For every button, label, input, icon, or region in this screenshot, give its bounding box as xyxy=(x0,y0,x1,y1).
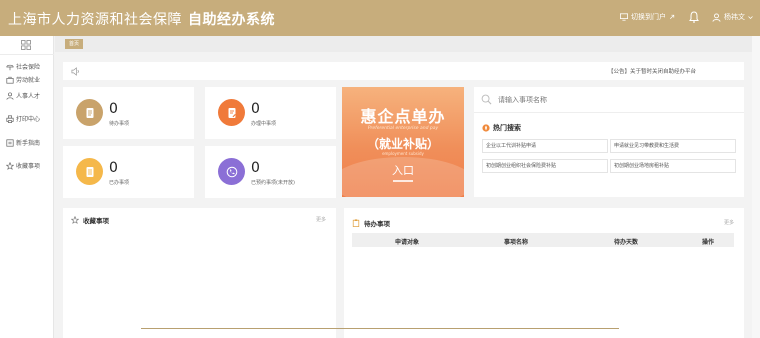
speaker-icon xyxy=(71,67,79,76)
banner-title: 惠企点单办 xyxy=(360,107,446,126)
banner-underline xyxy=(393,180,413,182)
switch-portal-label: 切换到门户 xyxy=(631,13,666,21)
umbrella-icon xyxy=(6,64,14,70)
sidebar-item-label: 新手指南 xyxy=(16,140,41,147)
checklist-icon xyxy=(86,166,93,177)
document-icon xyxy=(86,107,93,118)
printer-icon xyxy=(6,114,14,123)
phone-icon xyxy=(226,166,237,177)
column-header: 操作 xyxy=(702,239,715,246)
search-input[interactable] xyxy=(498,94,728,106)
hot-search-item[interactable]: 申请就业见习带教费和生活费 xyxy=(610,139,736,153)
sidebar-divider xyxy=(0,54,54,55)
switch-portal-button[interactable]: 切换到门户 xyxy=(620,12,675,22)
user-name: 杨祎文 xyxy=(724,13,745,21)
hot-search-heading: 热门搜索 xyxy=(482,123,521,133)
sidebar-item-label: 社会保险 xyxy=(16,64,41,71)
top-header: 上海市人力资源和社会保障 自助经办系统 切换到门户 杨祎文 xyxy=(0,0,760,36)
todo-title: 待办事项 xyxy=(364,220,390,228)
in-progress-count: 0 xyxy=(251,101,260,117)
star-icon xyxy=(6,161,14,170)
guide-icon xyxy=(6,138,14,147)
reserved-label: 已预约事项(未开放) xyxy=(251,180,295,186)
clipboard-icon xyxy=(352,219,360,227)
todo-label: 待办事项 xyxy=(109,121,130,127)
star-icon xyxy=(71,216,79,224)
in-progress-label: 办理中事项 xyxy=(251,121,277,127)
user-menu[interactable]: 杨祎文 xyxy=(712,12,753,22)
chevron-down-icon xyxy=(748,15,753,19)
sidebar-item-social-insurance[interactable]: 社会保险 xyxy=(6,62,40,71)
column-header: 申请对象 xyxy=(395,239,420,246)
vertical-scrollbar[interactable] xyxy=(752,36,760,338)
search-icon[interactable] xyxy=(481,94,492,105)
stat-card-todo[interactable]: 0 待办事项 xyxy=(63,87,194,139)
todo-more-link[interactable]: 更多 xyxy=(724,219,734,226)
org-name: 上海市人力资源和社会保障 xyxy=(8,12,182,28)
sidebar-item-print-center[interactable]: 打印中心 xyxy=(6,114,40,123)
fire-icon xyxy=(482,124,490,132)
edit-document-icon xyxy=(228,107,236,118)
tab-strip: 首页 xyxy=(55,36,760,52)
sidebar-item-personnel[interactable]: 人事人才 xyxy=(6,91,40,100)
hot-search-item[interactable]: 初创期创业场地房租补贴 xyxy=(610,159,736,173)
sidebar-item-label: 打印中心 xyxy=(16,116,41,123)
monitor-icon xyxy=(620,13,628,21)
search-panel: 热门搜索 企业以工代训补贴申请 申请就业见习带教费和生活费 初创期创业组织社会保… xyxy=(474,87,744,197)
todo-table-header: 申请对象 事项名称 待办天数 操作 xyxy=(352,233,734,247)
todo-heading: 待办事项 xyxy=(352,218,390,228)
todo-count: 0 xyxy=(109,101,118,117)
person-icon xyxy=(6,91,14,100)
favorites-panel: 收藏事项 更多 xyxy=(63,208,336,338)
sidebar-item-employment[interactable]: 劳动就业 xyxy=(6,75,40,84)
sidebar-item-label: 劳动就业 xyxy=(16,77,41,84)
banner-subtitle: （就业补贴） xyxy=(366,137,439,151)
hot-search-list: 企业以工代训补贴申请 申请就业见习带教费和生活费 初创期创业组织社会保险费补贴 … xyxy=(482,139,736,173)
favorites-more-link[interactable]: 更多 xyxy=(316,216,326,223)
stat-card-reserved[interactable]: 0 已预约事项(未开放) xyxy=(205,146,336,198)
sidebar-item-label: 收藏事项 xyxy=(16,163,41,170)
done-badge xyxy=(76,158,103,185)
user-icon xyxy=(712,12,721,22)
banner-english: Preferential enterprise and pay xyxy=(367,126,439,131)
notice-text[interactable]: 【公告】关于暂时关闭自助经办平台 xyxy=(608,67,696,75)
hot-search-title: 热门搜索 xyxy=(493,124,521,132)
bell-icon[interactable] xyxy=(688,11,700,23)
sidebar-item-label: 人事人才 xyxy=(16,93,41,100)
todo-panel: 待办事项 更多 xyxy=(344,208,744,338)
system-name: 自助经办系统 xyxy=(188,12,275,28)
grid-icon[interactable] xyxy=(21,40,31,50)
sidebar-item-guide[interactable]: 新手指南 xyxy=(6,138,40,147)
app-title: 上海市人力资源和社会保障 自助经办系统 xyxy=(8,9,275,29)
horizontal-scrollbar[interactable] xyxy=(141,328,619,329)
link-icon xyxy=(669,14,675,20)
stat-card-in-progress[interactable]: 0 办理中事项 xyxy=(205,87,336,139)
in-progress-badge xyxy=(218,99,245,126)
subsidy-banner[interactable]: 惠企点单办 Preferential enterprise and pay （就… xyxy=(342,87,464,197)
favorites-heading: 收藏事项 xyxy=(71,215,109,225)
sidebar-item-favorites[interactable]: 收藏事项 xyxy=(6,161,40,170)
reserved-badge xyxy=(218,158,245,185)
sidebar: 社会保险 劳动就业 人事人才 打印中心 新手指南 收藏事项 xyxy=(0,36,54,338)
tab-home[interactable]: 首页 xyxy=(65,39,84,49)
search-box xyxy=(474,87,744,113)
banner-english-2: employment subsidy xyxy=(382,151,424,156)
done-label: 已办事项 xyxy=(109,180,130,186)
reserved-count: 0 xyxy=(251,160,260,176)
banner-entry-button[interactable]: 入口 xyxy=(342,162,464,178)
hot-search-item[interactable]: 企业以工代训补贴申请 xyxy=(482,139,608,153)
column-header: 事项名称 xyxy=(504,239,529,246)
favorites-title: 收藏事项 xyxy=(83,217,109,225)
hot-search-item[interactable]: 初创期创业组织社会保险费补贴 xyxy=(482,159,608,173)
done-count: 0 xyxy=(109,160,118,176)
column-header: 待办天数 xyxy=(614,239,639,246)
todo-badge xyxy=(76,99,103,126)
stat-card-done[interactable]: 0 已办事项 xyxy=(63,146,194,198)
briefcase-icon xyxy=(6,76,14,84)
notice-bar[interactable]: 【公告】关于暂时关闭自助经办平台 xyxy=(63,62,744,80)
